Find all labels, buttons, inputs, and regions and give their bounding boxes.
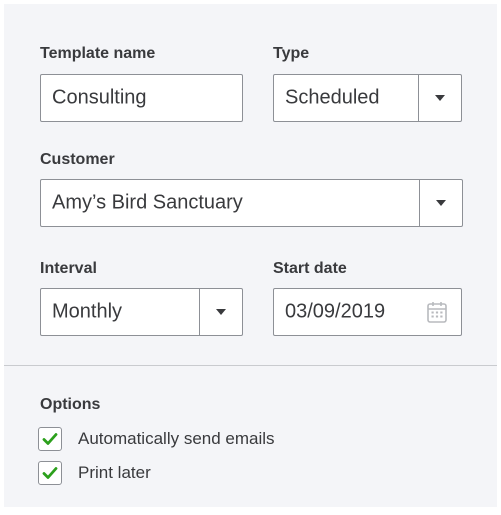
start-date-input[interactable]: 03/09/2019 (273, 288, 462, 336)
interval-dropdown-button[interactable] (199, 289, 242, 335)
chevron-down-icon (216, 309, 226, 315)
option-auto-send-emails[interactable]: Automatically send emails (38, 425, 275, 453)
type-label: Type (273, 45, 310, 62)
print-later-checkbox[interactable] (38, 461, 62, 485)
start-date-value: 03/09/2019 (285, 300, 386, 323)
type-select[interactable]: Scheduled (273, 74, 462, 122)
options-heading: Options (40, 396, 101, 413)
customer-value: Amy’s Bird Sanctuary (52, 191, 243, 214)
calendar-icon[interactable] (427, 301, 447, 323)
start-date-label: Start date (273, 260, 347, 277)
interval-select[interactable]: Monthly (40, 288, 243, 336)
checkmark-icon (42, 433, 58, 445)
auto-send-emails-label: Automatically send emails (78, 429, 275, 448)
interval-value: Monthly (52, 300, 123, 323)
customer-select[interactable]: Amy’s Bird Sanctuary (40, 179, 463, 227)
print-later-label: Print later (78, 463, 151, 482)
template-name-input[interactable]: Consulting (40, 74, 243, 122)
chevron-down-icon (436, 200, 446, 206)
interval-label: Interval (40, 260, 97, 277)
template-name-label: Template name (40, 45, 156, 62)
type-value: Scheduled (285, 86, 380, 109)
section-divider (4, 365, 497, 366)
type-dropdown-button[interactable] (418, 75, 461, 121)
option-print-later[interactable]: Print later (38, 459, 151, 487)
customer-dropdown-button[interactable] (419, 180, 462, 226)
recurring-template-form: Template name Consulting Type Scheduled … (4, 4, 497, 507)
chevron-down-icon (435, 95, 445, 101)
checkmark-icon (42, 467, 58, 479)
customer-label: Customer (40, 151, 115, 168)
auto-send-emails-checkbox[interactable] (38, 427, 62, 451)
template-name-value: Consulting (52, 86, 147, 109)
